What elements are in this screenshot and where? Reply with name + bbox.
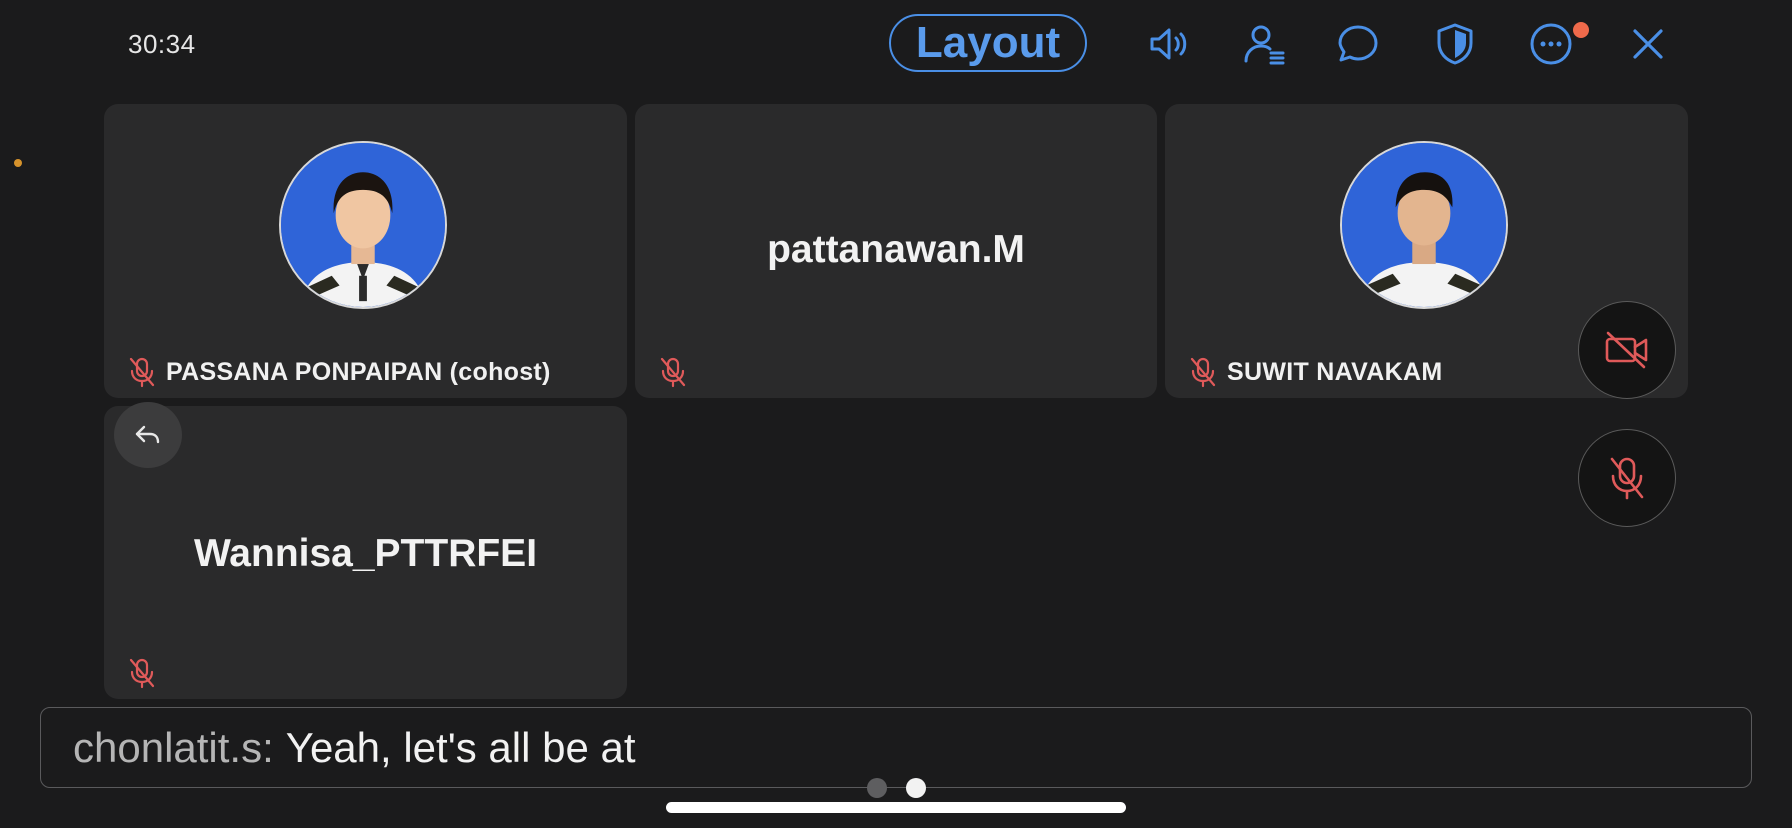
page-indicator-dot-active[interactable] (906, 778, 926, 798)
participant-display-name: pattanawan.M (767, 228, 1025, 271)
caption-sender: chonlatit.s: (73, 723, 274, 771)
recording-indicator-dot (14, 159, 22, 167)
notification-badge (1573, 22, 1589, 38)
mic-muted-icon (660, 357, 686, 388)
video-tile[interactable]: Wannisa_PTTRFEI (104, 406, 627, 699)
participant-name: SUWIT NAVAKAM (1227, 357, 1443, 386)
security-shield-icon[interactable] (1431, 20, 1479, 68)
video-off-icon (1605, 331, 1648, 369)
meeting-timer: 30:34 (128, 29, 196, 59)
speaker-icon[interactable] (1144, 20, 1192, 68)
participant-name: PASSANA PONPAIPAN (cohost) (166, 357, 551, 386)
mic-muted-icon (1610, 457, 1644, 500)
video-tile[interactable]: PASSANA PONPAIPAN (cohost) (104, 104, 627, 398)
home-indicator[interactable] (666, 802, 1126, 813)
video-toggle-button[interactable] (1578, 301, 1676, 399)
mic-muted-icon (129, 357, 155, 388)
mic-muted-icon (129, 658, 155, 689)
avatar (1340, 141, 1508, 309)
closed-caption-bar: chonlatit.s: Yeah, let's all be at (40, 707, 1752, 788)
close-icon[interactable] (1624, 20, 1672, 68)
caption-message: Yeah, let's all be at (285, 723, 636, 771)
mic-muted-icon (1190, 357, 1216, 388)
more-icon[interactable] (1527, 20, 1575, 68)
avatar (279, 141, 447, 309)
video-tile[interactable]: pattanawan.M (635, 104, 1157, 398)
mic-toggle-button[interactable] (1578, 429, 1676, 527)
back-button[interactable] (114, 402, 182, 468)
reply-arrow-icon (135, 425, 160, 444)
page-indicator-dot[interactable] (867, 778, 887, 798)
chat-icon[interactable] (1334, 20, 1382, 68)
participants-icon[interactable] (1240, 20, 1288, 68)
participant-display-name: Wannisa_PTTRFEI (193, 532, 538, 575)
layout-button[interactable]: Layout (889, 14, 1087, 72)
